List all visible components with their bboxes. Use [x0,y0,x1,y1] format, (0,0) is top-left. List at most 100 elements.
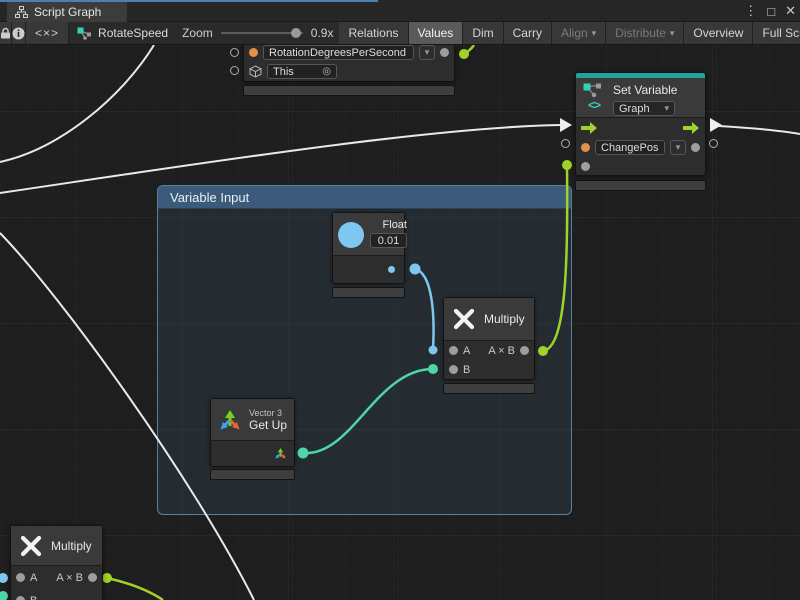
chevron-down-icon: ▾ [676,142,681,153]
wire-green-bottom-multiply[interactable] [107,578,163,600]
toolbar-button-dim[interactable]: Dim [463,22,503,44]
graph-canvas[interactable]: Variable Input [0,45,800,600]
zoom-value: 0.9x [311,26,334,40]
wire-endpoint [429,346,438,355]
graph-tree-icon [15,6,28,18]
vector3-axes-icon [218,408,242,432]
toolbar-button-distribute[interactable]: Distribute▾ [606,22,684,44]
maximize-icon[interactable]: □ [767,4,775,19]
port-value-orange[interactable] [249,48,258,57]
toolbar-button-carry[interactable]: Carry [504,22,552,44]
toolbar-button-overview[interactable]: Overview [684,22,753,44]
node-footer[interactable] [443,383,535,394]
port-input-a[interactable] [449,346,458,355]
port-input-a[interactable] [16,573,25,582]
wire-green-multiply-to-setvariable[interactable] [543,167,567,351]
chevron-down-icon: ▾ [425,47,430,58]
node-set-variable[interactable]: <> Set Variable Graph ▾ [575,72,706,176]
variable-name-field[interactable]: ChangePos [595,140,665,155]
port-input[interactable] [581,162,590,171]
window-menu-icon[interactable]: ⋮ [744,3,757,19]
wire-endpoint [0,573,8,583]
float-value-input[interactable]: 0.01 [370,233,407,248]
node-footer[interactable] [575,180,706,191]
node-title: Multiply [484,312,525,326]
node-title: Set Variable [613,83,677,97]
zoom-slider-handle[interactable] [291,28,301,38]
wire-endpoint [538,346,548,356]
port-hollow[interactable] [230,48,239,57]
wire-endpoint [459,49,469,59]
script-graph-window: Script Graph ⋮ □ ✕ <×> [0,0,800,600]
toolbar-button-align[interactable]: Align▾ [552,22,606,44]
zoom-slider[interactable] [221,32,303,34]
port-output-result[interactable] [520,346,529,355]
node-footer[interactable] [332,287,405,298]
close-icon[interactable]: ✕ [785,3,796,19]
object-picker-icon[interactable]: ◎ [322,66,331,77]
node-title: Multiply [51,539,92,553]
node-get-variable[interactable]: RotationDegreesPerSecond ▾ This ◎ [243,45,455,82]
variable-dropdown-button[interactable]: ▾ [670,140,686,155]
node-multiply-bottom[interactable]: Multiply A A × B B [10,525,103,600]
wire-arrowhead-in [560,118,572,132]
graph-toolbar: <×> RotateSpeed Zoom 0.9x Relations Valu… [0,22,800,45]
variable-dropdown-button[interactable]: ▾ [419,45,435,60]
wire-endpoint [0,591,8,600]
tab-label: Script Graph [34,5,101,19]
port-vector3-output[interactable] [274,447,287,460]
node-title: Get Up [249,418,287,432]
flow-out-arrow[interactable] [683,122,700,134]
info-button[interactable] [12,22,26,44]
toolbar-button-relations[interactable]: Relations [339,22,408,44]
lock-button[interactable] [0,22,12,44]
graph-reference[interactable]: RotateSpeed [69,22,176,44]
node-footer[interactable] [210,469,295,480]
port-value-orange[interactable] [581,143,590,152]
lock-icon [0,27,11,39]
port-input-b[interactable] [16,596,25,600]
port-hollow[interactable] [709,139,718,148]
wire-arrowhead-out [710,118,722,132]
port-output[interactable] [691,143,700,152]
wire-white-out-of-setvariable[interactable] [719,126,800,134]
node-float-literal[interactable]: Float 0.01 [332,212,405,284]
graph-node-icon [77,27,92,40]
wire-endpoint [102,573,112,583]
wire-endpoint [410,264,421,275]
graph-node-icon [583,83,605,98]
wire-white-into-setvariable[interactable] [0,125,561,193]
toolbar-button-values[interactable]: Values [409,22,464,44]
port-output-result[interactable] [88,573,97,582]
flow-in-arrow[interactable] [581,122,598,134]
chevron-down-icon: ▾ [670,28,675,39]
port-input-b[interactable] [449,365,458,374]
code-view-button[interactable]: <×> [26,22,69,44]
toolbar-button-fullscreen[interactable]: Full Screen [753,22,800,44]
port-hollow[interactable] [230,66,239,75]
wire-blue-float-to-multiply[interactable] [415,269,434,349]
node-title: Float [383,219,407,231]
wire-endpoint [428,364,438,374]
target-object-field[interactable]: This ◎ [267,64,337,79]
port-hollow[interactable] [561,139,570,148]
node-vector3-get-up[interactable]: Vector 3 Get Up [210,398,295,467]
multiply-x-icon [18,533,44,559]
chevron-down-icon: ▾ [592,28,597,39]
node-multiply-group[interactable]: Multiply A A × B B [443,297,535,380]
tab-script-graph[interactable]: Script Graph [7,2,127,22]
wire-white-topleft[interactable] [0,45,154,162]
multiply-x-icon [451,306,477,332]
scope-dropdown[interactable]: Graph ▾ [613,101,675,116]
tab-bar: Script Graph ⋮ □ ✕ [0,0,800,22]
node-type-label: Vector 3 [249,408,287,418]
node-footer[interactable] [243,85,455,96]
float-type-icon [338,222,364,248]
code-brackets-icon: <> [588,98,600,112]
port-output[interactable] [440,48,449,57]
wire-teal-getup-to-multiply[interactable] [303,369,433,453]
port-float-output[interactable] [388,266,395,273]
info-icon [12,27,25,40]
wire-endpoint [562,160,572,170]
variable-name-dropdown[interactable]: RotationDegreesPerSecond [263,45,414,60]
